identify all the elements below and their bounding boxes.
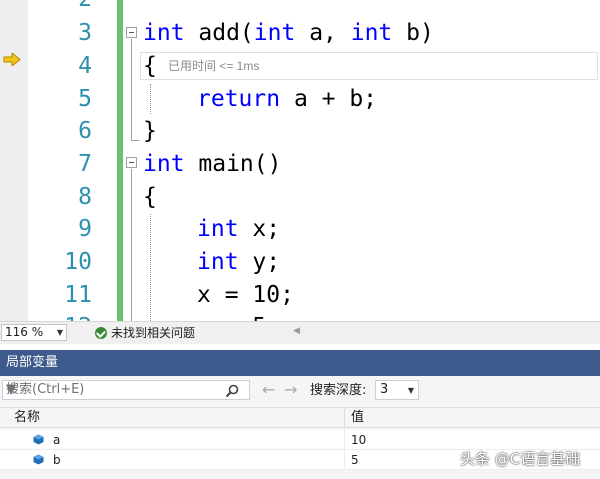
issues-status-text[interactable]: 未找到相关问题 (111, 325, 195, 341)
chevron-down-icon[interactable]: ▼ (6, 382, 16, 398)
code-line-12[interactable]: y = 5 (197, 311, 266, 321)
variable-name: b (53, 453, 61, 467)
search-depth-label: 搜索深度: (310, 383, 367, 398)
code-line-7[interactable]: int main() (143, 148, 281, 180)
editor-status-strip: 116 % ▼ 未找到相关问题 ◀ (0, 321, 600, 344)
code-text: add( (184, 20, 254, 46)
code-line-5[interactable]: return a + b; (197, 83, 377, 115)
indent-guide (150, 84, 151, 114)
code-text: { (143, 53, 157, 79)
variable-value[interactable]: 10 (351, 432, 366, 448)
search-depth-select[interactable]: 3 ▼ (375, 380, 419, 400)
outline-line-end (131, 140, 139, 141)
code-text: x; (238, 216, 281, 242)
instruction-pointer-arrow-icon (3, 53, 21, 66)
zoom-combobox[interactable]: 116 % ▼ (1, 324, 67, 341)
local-variable-icon (33, 434, 44, 445)
keyword: int (197, 249, 239, 275)
code-line-3[interactable]: int add(int a, int b) (143, 17, 434, 49)
indent-guide (150, 214, 151, 321)
scroll-left-arrow-icon[interactable]: ◀ (293, 326, 300, 336)
code-line-9[interactable]: int x; (197, 213, 280, 245)
code-text: b) (392, 20, 434, 46)
line-number: 6 (78, 118, 92, 144)
variable-value[interactable]: 5 (351, 452, 359, 468)
line-number: 4 (78, 53, 92, 79)
collapse-toggle-icon[interactable] (126, 157, 137, 168)
column-divider[interactable] (344, 408, 345, 427)
search-icon[interactable] (225, 384, 239, 398)
locals-title-bar[interactable]: 局部变量 (0, 350, 600, 376)
code-line-11[interactable]: x = 10; (197, 279, 294, 311)
chevron-down-icon: ▼ (56, 328, 63, 337)
indicator-margin[interactable] (0, 0, 28, 321)
column-divider (344, 450, 345, 470)
check-circle-icon[interactable] (95, 327, 107, 339)
change-tracking-bar (117, 0, 123, 321)
line-number: 10 (64, 249, 92, 275)
table-row[interactable]: a 10 (0, 430, 600, 450)
collapse-toggle-icon[interactable] (126, 27, 137, 38)
line-number: 9 (78, 216, 92, 242)
keyword: int (197, 216, 239, 242)
column-header-value[interactable]: 值 (351, 410, 364, 426)
code-line-4[interactable]: { (143, 50, 157, 82)
code-editor[interactable]: 2 3 4 5 6 7 8 9 10 11 12 int add(int a, … (0, 0, 600, 321)
outline-line (131, 39, 132, 141)
search-back-arrow-icon[interactable]: ← (262, 380, 275, 400)
code-line-6[interactable]: } (143, 115, 157, 147)
keyword: int (350, 20, 393, 46)
zoom-value: 116 % (5, 325, 44, 339)
column-header-name[interactable]: 名称 (14, 410, 40, 426)
line-number: 11 (64, 282, 92, 308)
code-text: a + b; (280, 86, 378, 112)
search-depth-value: 3 (380, 382, 389, 397)
code-text: main() (184, 151, 282, 177)
keyword: int (143, 20, 185, 46)
perf-tip-elapsed-time[interactable]: 已用时间 <= 1ms (168, 57, 259, 75)
line-number: 5 (78, 86, 92, 112)
code-text: a, (295, 20, 351, 46)
line-number: 12 (30, 311, 92, 321)
line-number: 8 (78, 184, 92, 210)
watermark: 头条 @C语言基础 (460, 450, 581, 468)
local-variable-icon (33, 454, 44, 465)
variable-name: a (53, 433, 61, 447)
outline-line (131, 169, 132, 321)
line-number: 3 (78, 20, 92, 46)
locals-title: 局部变量 (6, 355, 59, 370)
keyword: int (253, 20, 296, 46)
code-text: y; (238, 249, 281, 275)
locals-grid-header: 名称 值 (0, 407, 600, 428)
keyword: return (197, 86, 281, 112)
keyword: int (143, 151, 185, 177)
line-number: 2 (30, 0, 92, 15)
chevron-down-icon: ▼ (407, 386, 414, 395)
line-number: 7 (78, 151, 92, 177)
code-line-8[interactable]: { (143, 181, 157, 213)
search-placeholder: 搜索(Ctrl+E) (6, 382, 85, 397)
code-line-10[interactable]: int y; (197, 246, 280, 278)
column-divider (344, 430, 345, 450)
search-input[interactable]: 搜索(Ctrl+E) ▼ (2, 380, 250, 400)
search-forward-arrow-icon[interactable]: → (284, 380, 297, 400)
